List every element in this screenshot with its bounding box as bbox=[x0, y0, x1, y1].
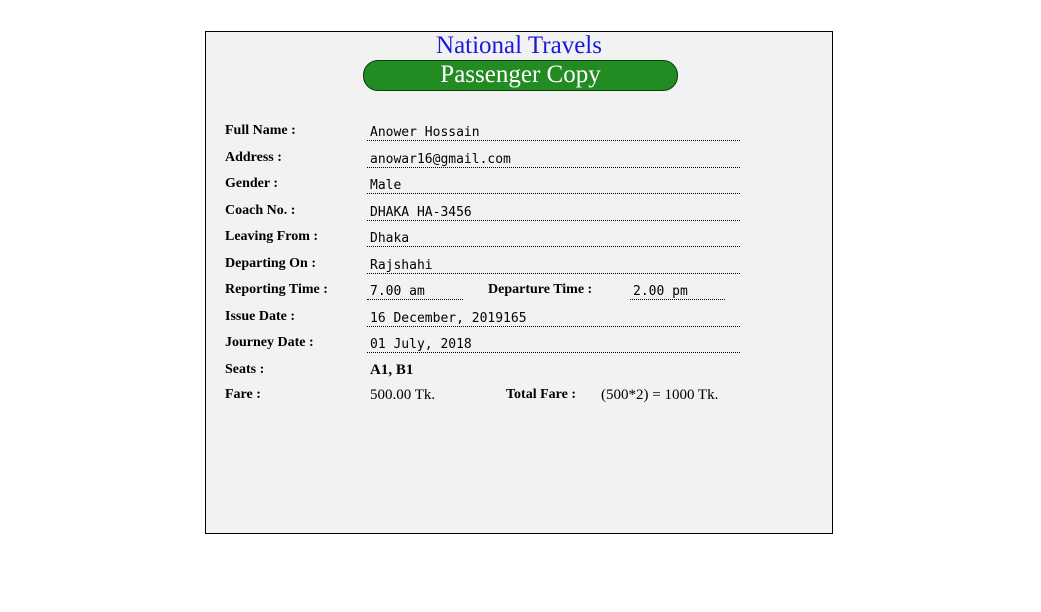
departing-on-label: Departing On : bbox=[225, 256, 316, 271]
fare-value: 500.00 Tk. bbox=[370, 387, 436, 403]
passenger-copy-badge: Passenger Copy bbox=[363, 60, 678, 91]
issue-date-label: Issue Date : bbox=[225, 309, 295, 324]
journey-date-value: 01 July, 2018 bbox=[367, 336, 740, 353]
gender-value: Male bbox=[367, 177, 740, 194]
departure-time-value: 2.00 pm bbox=[630, 283, 725, 300]
issue-date-value: 16 December, 2019165 bbox=[367, 310, 740, 327]
total-fare-value: (500*2) = 1000 Tk. bbox=[601, 387, 719, 403]
full-name-value: Anower Hossain bbox=[367, 124, 740, 141]
full-name-label: Full Name : bbox=[225, 123, 296, 138]
address-value: anowar16@gmail.com bbox=[367, 151, 740, 168]
seats-label: Seats : bbox=[225, 362, 265, 377]
fare-label: Fare : bbox=[225, 387, 261, 402]
journey-date-label: Journey Date : bbox=[225, 335, 314, 350]
coach-no-label: Coach No. : bbox=[225, 203, 296, 218]
address-label: Address : bbox=[225, 150, 282, 165]
reporting-time-value: 7.00 am bbox=[367, 283, 463, 300]
company-title: National Travels bbox=[436, 32, 602, 59]
seats-value: A1, B1 bbox=[370, 362, 414, 378]
departure-time-label: Departure Time : bbox=[488, 282, 593, 297]
total-fare-label: Total Fare : bbox=[506, 387, 576, 402]
ticket-card: National Travels Passenger Copy Full Nam… bbox=[205, 31, 833, 534]
departing-on-value: Rajshahi bbox=[367, 257, 740, 274]
reporting-time-label: Reporting Time : bbox=[225, 282, 328, 297]
leaving-from-value: Dhaka bbox=[367, 230, 740, 247]
gender-label: Gender : bbox=[225, 176, 279, 191]
coach-no-value: DHAKA HA-3456 bbox=[367, 204, 740, 221]
leaving-from-label: Leaving From : bbox=[225, 229, 319, 244]
